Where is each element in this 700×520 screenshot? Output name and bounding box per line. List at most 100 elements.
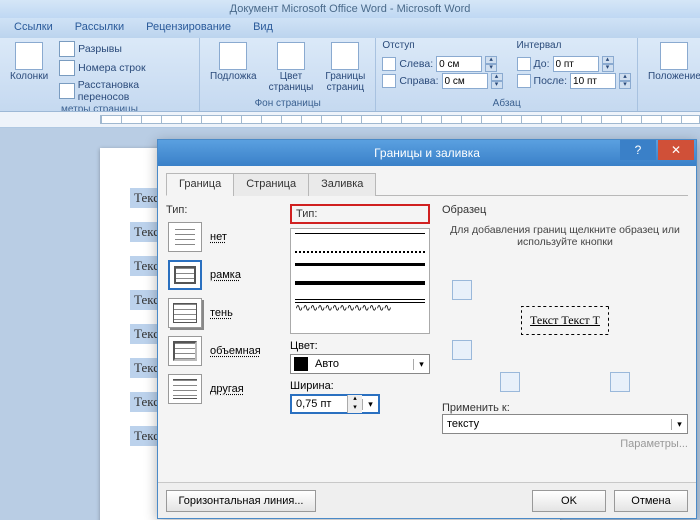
edge-bottom-button[interactable] xyxy=(452,340,472,360)
dialog-titlebar[interactable]: Границы и заливка ? ✕ xyxy=(158,140,696,166)
apply-to-value: тексту xyxy=(443,418,671,430)
edge-right-button[interactable] xyxy=(610,372,630,392)
width-up[interactable]: ▴ xyxy=(348,395,362,404)
tab-page[interactable]: Страница xyxy=(233,173,309,196)
indent-right-input[interactable] xyxy=(442,73,488,89)
spacing-before-up[interactable]: ▴ xyxy=(602,56,614,64)
style-section-label: Тип: xyxy=(296,208,317,220)
spacing-before-label: До: xyxy=(534,58,550,70)
watermark-icon xyxy=(219,42,247,70)
type-volume-label: объемная xyxy=(210,345,261,357)
preview-description: Для добавления границ щелкните образец и… xyxy=(442,220,688,260)
tab-fill[interactable]: Заливка xyxy=(308,173,376,196)
width-down[interactable]: ▾ xyxy=(348,404,362,413)
ribbon-tabs: Ссылки Рассылки Рецензирование Вид xyxy=(0,18,700,38)
apply-to-arrow[interactable]: ▾ xyxy=(671,419,687,430)
preview-section-label: Образец xyxy=(442,204,688,216)
dialog-tabs: Граница Страница Заливка xyxy=(166,172,688,196)
color-swatch-icon xyxy=(294,357,308,371)
line-style-option[interactable] xyxy=(295,281,425,293)
line-style-list[interactable] xyxy=(290,228,430,334)
type-box[interactable]: рамка xyxy=(166,258,278,292)
group-page-background: Подложка Цвет страницы Границы страниц Ф… xyxy=(200,38,376,111)
columns-label: Колонки xyxy=(10,72,48,83)
type-shadow[interactable]: тень xyxy=(166,296,278,330)
indent-title: Отступ xyxy=(382,40,502,51)
tab-mailings[interactable]: Рассылки xyxy=(65,18,134,38)
page-color-button[interactable]: Цвет страницы xyxy=(265,40,318,95)
indent-left-up[interactable]: ▴ xyxy=(485,56,497,64)
indent-left-input[interactable] xyxy=(436,56,482,72)
line-numbers-icon xyxy=(59,60,75,76)
spacing-title: Интервал xyxy=(517,40,632,51)
color-combo[interactable]: Авто ▾ xyxy=(290,354,430,374)
tab-border[interactable]: Граница xyxy=(166,173,234,196)
tab-view[interactable]: Вид xyxy=(243,18,283,38)
hyphenation-button[interactable]: Расстановка переносов xyxy=(56,78,193,104)
spacing-after-field: После: ▴▾ xyxy=(517,73,632,89)
app-title-bar: Документ Microsoft Office Word - Microso… xyxy=(0,0,700,18)
width-dropdown-arrow[interactable]: ▾ xyxy=(362,399,378,410)
dialog-help-button[interactable]: ? xyxy=(620,140,656,160)
spacing-after-icon xyxy=(517,74,531,88)
color-dropdown-arrow[interactable]: ▾ xyxy=(413,359,429,370)
spacing-before-down[interactable]: ▾ xyxy=(602,64,614,72)
ruler[interactable] xyxy=(0,112,700,128)
parameters-button: Параметры... xyxy=(442,438,688,450)
type-none-icon xyxy=(168,222,202,252)
line-style-option[interactable] xyxy=(295,251,425,253)
preview-sample[interactable]: Текст Текст Т xyxy=(521,306,609,335)
breaks-label: Разрывы xyxy=(78,43,122,55)
edge-top-button[interactable] xyxy=(452,280,472,300)
tab-references[interactable]: Ссылки xyxy=(4,18,63,38)
spacing-after-input[interactable] xyxy=(570,73,616,89)
indent-left-field: Слева: ▴▾ xyxy=(382,56,502,72)
group-page-setup: Колонки Разрывы Номера строк Расстановка… xyxy=(0,38,200,111)
width-combo[interactable]: 0,75 пт ▴▾ ▾ xyxy=(290,394,380,414)
apply-to-label: Применить к: xyxy=(442,402,510,414)
edge-left-button[interactable] xyxy=(500,372,520,392)
spacing-before-icon xyxy=(517,57,531,71)
dialog-close-button[interactable]: ✕ xyxy=(658,140,694,160)
spacing-after-up[interactable]: ▴ xyxy=(619,73,631,81)
indent-left-icon xyxy=(382,57,396,71)
borders-shading-dialog: Границы и заливка ? ✕ Граница Страница З… xyxy=(157,139,697,519)
spacing-after-label: После: xyxy=(534,75,568,87)
line-style-option[interactable] xyxy=(295,263,425,275)
width-label: Ширина: xyxy=(290,380,430,392)
indent-right-label: Справа: xyxy=(399,75,438,87)
horizontal-line-button[interactable]: Горизонтальная линия... xyxy=(166,490,316,512)
type-volume-icon xyxy=(168,336,202,366)
columns-button[interactable]: Колонки xyxy=(6,40,52,85)
spacing-before-field: До: ▴▾ xyxy=(517,56,632,72)
indent-left-down[interactable]: ▾ xyxy=(485,64,497,72)
apply-to-combo[interactable]: тексту ▾ xyxy=(442,414,688,434)
line-style-option[interactable] xyxy=(295,309,425,314)
type-shadow-label: тень xyxy=(210,307,233,319)
breaks-button[interactable]: Разрывы xyxy=(56,40,193,58)
line-style-option[interactable] xyxy=(295,233,425,245)
breaks-icon xyxy=(59,41,75,57)
page-borders-button[interactable]: Границы страниц xyxy=(321,40,369,95)
indent-right-down[interactable]: ▾ xyxy=(491,81,503,89)
indent-right-up[interactable]: ▴ xyxy=(491,73,503,81)
spacing-before-input[interactable] xyxy=(553,56,599,72)
watermark-button[interactable]: Подложка xyxy=(206,40,261,85)
columns-icon xyxy=(15,42,43,70)
line-numbers-button[interactable]: Номера строк xyxy=(56,59,193,77)
position-button[interactable]: Положение xyxy=(644,40,700,85)
spacing-after-down[interactable]: ▾ xyxy=(619,81,631,89)
dialog-footer: Горизонтальная линия... OK Отмена xyxy=(158,482,696,518)
type-section-label: Тип: xyxy=(166,204,278,216)
cancel-button[interactable]: Отмена xyxy=(614,490,688,512)
type-volume[interactable]: объемная xyxy=(166,334,278,368)
tab-review[interactable]: Рецензирование xyxy=(136,18,241,38)
group-paragraph: Отступ Слева: ▴▾ Справа: ▴▾ Интервал xyxy=(376,38,638,111)
group-page-setup-label: метры страницы xyxy=(61,104,138,112)
group-arrange: Положение xyxy=(638,38,700,111)
ribbon: Колонки Разрывы Номера строк Расстановка… xyxy=(0,38,700,112)
type-other[interactable]: другая xyxy=(166,372,278,406)
hyphenation-icon xyxy=(59,83,75,99)
type-none[interactable]: нет xyxy=(166,220,278,254)
ok-button[interactable]: OK xyxy=(532,490,606,512)
